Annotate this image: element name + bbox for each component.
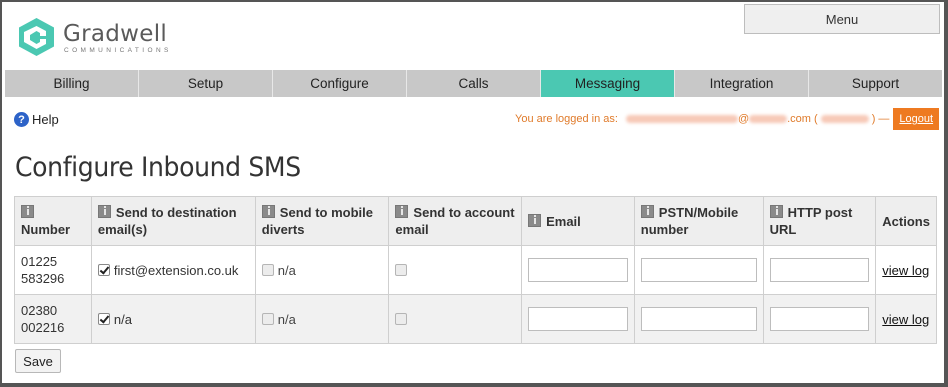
view-log-link[interactable]: view log xyxy=(882,312,929,327)
login-prefix: You are logged in as: xyxy=(515,113,618,125)
page-title: Configure Inbound SMS xyxy=(15,152,301,183)
nav-support[interactable]: Support xyxy=(809,70,942,97)
pstn-input[interactable] xyxy=(640,258,757,282)
view-log-link[interactable]: view log xyxy=(882,263,929,278)
table-row: 01225 583296 first@extension.co.uk n/a vi… xyxy=(14,245,937,295)
logout-button[interactable]: Logout xyxy=(893,108,940,130)
login-info: You are logged in as: @ .com ( ) — Logou… xyxy=(515,108,940,130)
send-dest-cell: n/a xyxy=(90,294,256,344)
http-cell xyxy=(762,245,877,295)
email-cell xyxy=(521,294,635,344)
info-icon[interactable] xyxy=(640,205,654,218)
send-mobile-text: n/a xyxy=(277,311,296,327)
pstn-input[interactable] xyxy=(640,307,757,331)
inbound-sms-table: Number Send to destination email(s) Send… xyxy=(14,196,937,344)
col-email-label: Email xyxy=(546,213,581,229)
col-send-dest-label: Send to destination email(s) xyxy=(97,205,237,237)
send-mobile-text: n/a xyxy=(277,262,296,278)
col-http: HTTP post URL xyxy=(762,196,877,246)
redacted-domain xyxy=(749,115,788,123)
number-line2: 583296 xyxy=(21,271,65,286)
col-pstn: PSTN/Mobile number xyxy=(633,196,764,246)
send-dest-text: n/a xyxy=(113,311,132,327)
send-dest-text: first@extension.co.uk xyxy=(113,262,239,278)
logo-mark-icon xyxy=(19,18,54,56)
col-pstn-label: PSTN/Mobile number xyxy=(640,205,739,237)
number-cell: 01225 583296 xyxy=(14,245,92,295)
http-cell xyxy=(762,294,877,344)
actions-cell: view log xyxy=(875,245,937,295)
save-button[interactable]: Save xyxy=(15,349,61,373)
main-nav: Billing Setup Configure Calls Messaging … xyxy=(5,70,942,97)
send-account-cell xyxy=(388,245,523,295)
info-icon[interactable] xyxy=(395,205,409,218)
send-mobile-cell: n/a xyxy=(254,245,390,295)
number-line1: 02380 xyxy=(21,303,58,318)
help-icon: ? xyxy=(14,112,29,127)
nav-billing[interactable]: Billing xyxy=(5,70,139,97)
col-number: Number xyxy=(14,196,92,246)
email-cell xyxy=(521,245,635,295)
send-account-checkbox[interactable] xyxy=(395,312,408,325)
col-send-mobile: Send to mobile diverts xyxy=(254,196,390,246)
nav-setup[interactable]: Setup xyxy=(139,70,273,97)
col-number-label: Number xyxy=(21,222,71,237)
send-mobile-cell: n/a xyxy=(254,294,390,344)
send-mobile-checkbox[interactable] xyxy=(261,263,274,276)
nav-calls[interactable]: Calls xyxy=(407,70,541,97)
email-input[interactable] xyxy=(528,307,628,331)
info-icon[interactable] xyxy=(528,213,542,227)
send-mobile-checkbox[interactable] xyxy=(261,312,274,325)
help-label: Help xyxy=(32,112,59,127)
help-link[interactable]: ? Help xyxy=(14,112,59,127)
send-account-checkbox[interactable] xyxy=(395,263,408,276)
actions-cell: view log xyxy=(875,294,937,344)
col-send-account: Send to account email xyxy=(388,196,523,246)
nav-messaging[interactable]: Messaging xyxy=(541,70,675,97)
info-icon[interactable] xyxy=(769,205,783,218)
info-icon[interactable] xyxy=(21,205,34,218)
send-account-cell xyxy=(388,294,523,344)
login-close: ) — xyxy=(871,113,890,125)
page-frame: Gradwell COMMUNICATIONS Menu Billing Set… xyxy=(2,2,944,383)
pstn-cell xyxy=(633,245,764,295)
table-row: 02380 002216 n/a n/a view log xyxy=(14,294,937,344)
login-domain-suffix: .com ( xyxy=(787,113,818,125)
http-url-input[interactable] xyxy=(769,307,870,331)
redacted-account xyxy=(820,115,869,123)
brand-tagline: COMMUNICATIONS xyxy=(64,47,172,54)
col-actions: Actions xyxy=(875,196,937,246)
send-dest-checkbox[interactable] xyxy=(97,263,110,276)
nav-configure[interactable]: Configure xyxy=(273,70,407,97)
col-email: Email xyxy=(521,196,635,246)
col-send-account-label: Send to account email xyxy=(395,205,515,237)
number-line2: 002216 xyxy=(21,320,65,335)
col-send-dest: Send to destination email(s) xyxy=(90,196,256,246)
nav-integration[interactable]: Integration xyxy=(675,70,809,97)
brand-name: Gradwell xyxy=(63,21,168,47)
col-send-mobile-label: Send to mobile diverts xyxy=(261,205,373,237)
info-icon[interactable] xyxy=(97,205,111,218)
table-header-row: Number Send to destination email(s) Send… xyxy=(14,196,937,246)
info-icon[interactable] xyxy=(261,205,275,218)
send-dest-cell: first@extension.co.uk xyxy=(90,245,256,295)
col-actions-label: Actions xyxy=(882,213,930,229)
redacted-username xyxy=(625,115,738,123)
number-line1: 01225 xyxy=(21,254,58,269)
login-at: @ xyxy=(737,113,750,125)
pstn-cell xyxy=(633,294,764,344)
number-cell: 02380 002216 xyxy=(14,294,92,344)
menu-button[interactable]: Menu xyxy=(744,4,940,34)
email-input[interactable] xyxy=(528,258,628,282)
http-url-input[interactable] xyxy=(769,258,870,282)
send-dest-checkbox[interactable] xyxy=(97,312,110,325)
